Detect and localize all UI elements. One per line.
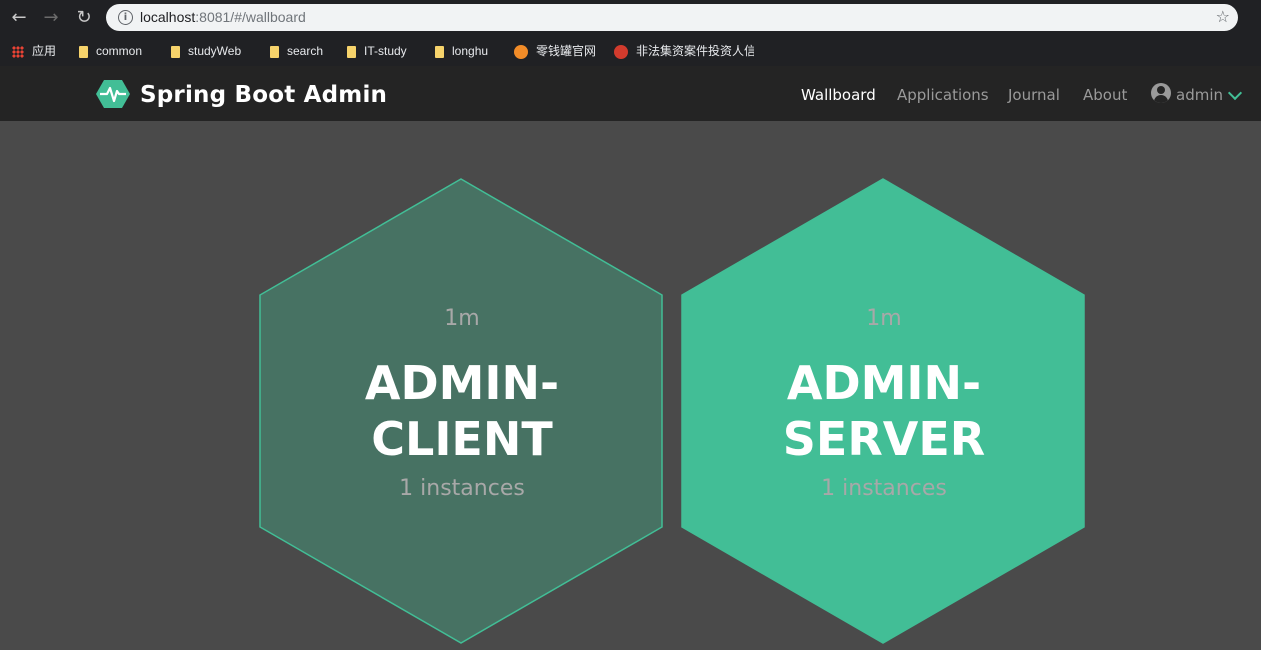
folder-icon bbox=[171, 45, 180, 58]
address-bar[interactable]: i localhost:8081/#/wallboard ☆ bbox=[106, 4, 1238, 31]
bookmarks-bar: 应用 common studyWeb search IT-study longh… bbox=[0, 35, 1261, 66]
folder-icon bbox=[347, 45, 356, 58]
user-avatar-icon[interactable] bbox=[1151, 83, 1171, 103]
back-arrow-icon[interactable]: ← bbox=[8, 7, 30, 29]
bookmark-longhu[interactable]: longhu bbox=[435, 42, 488, 60]
forward-arrow-icon[interactable]: → bbox=[40, 7, 62, 29]
user-menu[interactable]: admin bbox=[1176, 86, 1223, 104]
site-icon bbox=[514, 44, 528, 59]
app-name-line2: SERVER bbox=[782, 412, 986, 466]
bookmark-common[interactable]: common bbox=[79, 42, 142, 60]
app-time: 1m bbox=[866, 306, 902, 331]
reload-icon[interactable]: ↻ bbox=[73, 7, 95, 29]
folder-icon bbox=[435, 45, 444, 58]
app-name-line1: ADMIN- bbox=[786, 356, 982, 410]
logo-icon[interactable] bbox=[96, 79, 130, 109]
nav-journal[interactable]: Journal bbox=[1008, 86, 1060, 104]
bookmark-star-icon[interactable]: ☆ bbox=[1216, 7, 1230, 26]
app-name-line2: CLIENT bbox=[371, 412, 553, 466]
app-instances: 1 instances bbox=[821, 476, 947, 501]
app-navbar: Spring Boot Admin Wallboard Applications… bbox=[0, 66, 1261, 121]
app-name-line1: ADMIN- bbox=[364, 356, 560, 410]
nav-applications[interactable]: Applications bbox=[897, 86, 989, 104]
bookmark-apps[interactable]: 应用 bbox=[12, 42, 56, 60]
url-text[interactable]: localhost:8081/#/wallboard bbox=[140, 9, 306, 25]
bookmark-police[interactable]: 非法集资案件投资人信 bbox=[614, 42, 754, 60]
app-time: 1m bbox=[444, 306, 480, 331]
browser-toolbar: ← → ↻ i localhost:8081/#/wallboard ☆ bbox=[0, 0, 1261, 35]
folder-icon bbox=[270, 45, 279, 58]
bookmark-site[interactable]: 零钱罐官网 bbox=[514, 42, 596, 60]
app-instances: 1 instances bbox=[399, 476, 525, 501]
folder-icon bbox=[79, 45, 88, 58]
bookmark-search[interactable]: search bbox=[270, 42, 323, 60]
bookmark-studyweb[interactable]: studyWeb bbox=[171, 42, 241, 60]
nav-about[interactable]: About bbox=[1083, 86, 1127, 104]
police-badge-icon bbox=[614, 44, 628, 59]
bookmark-it-study[interactable]: IT-study bbox=[347, 42, 407, 60]
nav-wallboard[interactable]: Wallboard bbox=[801, 86, 876, 104]
apps-grid-icon bbox=[12, 45, 24, 58]
info-icon[interactable]: i bbox=[118, 10, 133, 25]
brand-title[interactable]: Spring Boot Admin bbox=[140, 82, 387, 108]
chevron-down-icon[interactable] bbox=[1227, 85, 1243, 101]
